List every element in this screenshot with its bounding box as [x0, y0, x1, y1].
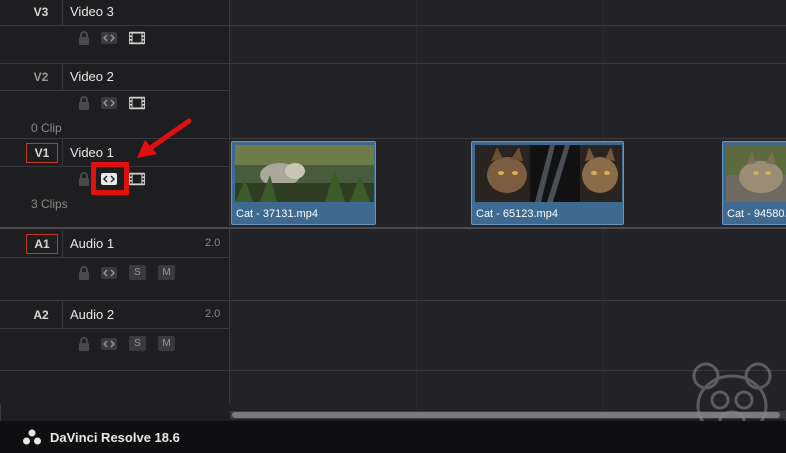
davinci-logo-icon	[23, 429, 41, 445]
track-header-panel: V3 Video 3 V2 Video 2 0 Clip V1 Video 1 …	[0, 0, 230, 404]
row-divider	[0, 370, 229, 371]
lock-icon[interactable]	[76, 172, 92, 186]
solo-button[interactable]: S	[129, 265, 146, 280]
track-name-video2[interactable]: Video 2	[70, 69, 114, 84]
video-clip[interactable]: Cat - 94580.	[722, 141, 786, 225]
auto-select-icon[interactable]	[101, 337, 117, 351]
mute-button[interactable]: M	[158, 265, 175, 280]
video-audio-divider	[230, 227, 786, 229]
row-divider	[0, 328, 229, 329]
row-divider	[230, 138, 786, 139]
header-divider	[62, 230, 63, 257]
clip-label: Cat - 94580.	[727, 208, 786, 220]
solo-button[interactable]: S	[129, 336, 146, 351]
row-divider	[0, 90, 229, 91]
row-divider	[0, 138, 229, 139]
auto-select-icon[interactable]	[101, 31, 117, 45]
film-strip-icon[interactable]	[129, 31, 145, 45]
clip-count: 0 Clip	[31, 121, 62, 135]
header-divider	[62, 139, 63, 166]
track-tag-a1[interactable]: A1	[26, 234, 58, 254]
grid-line	[416, 0, 417, 410]
lock-icon[interactable]	[76, 266, 92, 280]
track-tag-v2[interactable]: V2	[26, 68, 56, 86]
track-tag-v1[interactable]: V1	[26, 143, 58, 163]
lock-icon[interactable]	[76, 337, 92, 351]
track-tag-v3[interactable]: V3	[26, 3, 56, 21]
clip-thumbnail	[475, 145, 622, 202]
video-audio-divider	[0, 227, 229, 229]
track-name-video1[interactable]: Video 1	[70, 145, 114, 160]
row-divider	[230, 25, 786, 26]
lock-icon[interactable]	[76, 96, 92, 110]
track-name-video3[interactable]: Video 3	[70, 4, 114, 19]
film-strip-icon[interactable]	[129, 96, 145, 110]
film-strip-icon[interactable]	[129, 172, 145, 186]
clip-thumbnail	[235, 145, 374, 202]
auto-select-icon[interactable]	[101, 266, 117, 280]
row-divider	[0, 300, 229, 301]
channel-level: 2.0	[205, 308, 221, 320]
clip-label: Cat - 65123.mp4	[476, 208, 558, 220]
track-name-audio2[interactable]: Audio 2	[70, 307, 114, 322]
row-divider	[0, 257, 229, 258]
clip-count: 3 Clips	[31, 197, 68, 211]
highlight-box	[91, 162, 129, 195]
track-name-audio1[interactable]: Audio 1	[70, 236, 114, 251]
app-footer: DaVinci Resolve 18.6	[0, 421, 786, 453]
mute-button[interactable]: M	[158, 336, 175, 351]
row-divider	[0, 25, 229, 26]
video-clip[interactable]: Cat - 37131.mp4	[231, 141, 376, 225]
clip-label: Cat - 37131.mp4	[236, 208, 318, 220]
lock-icon[interactable]	[76, 31, 92, 45]
header-divider	[62, 64, 63, 90]
row-divider	[0, 63, 229, 64]
track-tag-a2[interactable]: A2	[26, 306, 56, 324]
red-arrow-icon	[137, 118, 192, 158]
auto-select-icon[interactable]	[101, 96, 117, 110]
header-divider	[62, 301, 63, 328]
clip-thumbnail	[726, 145, 786, 202]
channel-level: 2.0	[205, 237, 221, 249]
video-clip[interactable]: Cat - 65123.mp4	[471, 141, 624, 225]
app-title: DaVinci Resolve 18.6	[50, 430, 180, 445]
row-divider	[230, 63, 786, 64]
row-divider	[230, 300, 786, 301]
header-divider	[62, 0, 63, 25]
